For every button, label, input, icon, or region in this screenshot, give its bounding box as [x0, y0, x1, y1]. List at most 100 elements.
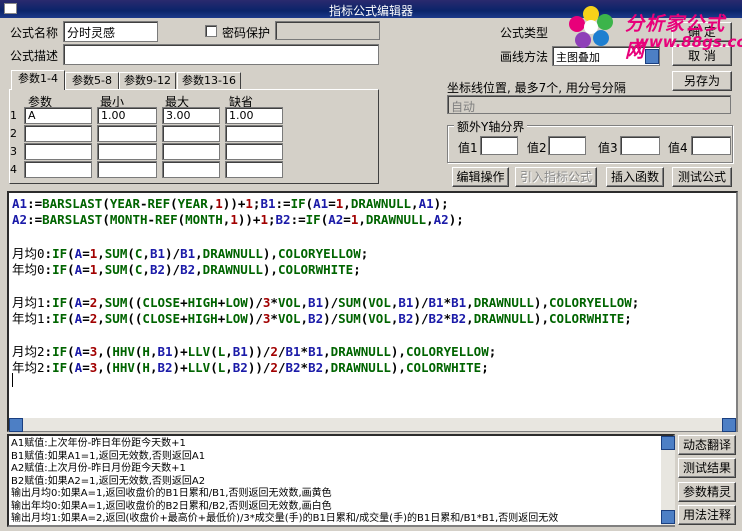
code-token: A1: [418, 196, 434, 211]
logo-url: www.88gs.com: [635, 33, 742, 51]
coord-line-label: 坐标线位置, 最多7个, 用分号分隔: [447, 81, 626, 95]
code-token: ,: [323, 360, 331, 375]
code-token: ),: [390, 360, 406, 375]
formula-name-input[interactable]: 分时灵感: [63, 21, 158, 42]
code-token: BARSLAST: [42, 212, 103, 227]
code-token: :=: [290, 212, 306, 227]
save-as-button[interactable]: 另存为: [672, 71, 732, 91]
notes-vertical-scrollbar[interactable]: [661, 436, 675, 525]
scroll-down-icon[interactable]: [661, 510, 675, 524]
formula-notes-panel[interactable]: A1赋值:上次年份-昨日年份距今天数+1 B1赋值:如果A1=1,返回无效数,否则…: [7, 434, 675, 527]
param-wizard-button[interactable]: 参数精灵: [678, 482, 736, 502]
text-cursor: [12, 373, 13, 387]
param-cell[interactable]: [162, 125, 220, 142]
note-line: A2赋值:上次月份-昨日月份距今天数+1: [11, 463, 186, 474]
param-cell[interactable]: 3.00: [162, 107, 220, 124]
code-token: VOL: [277, 311, 301, 326]
tab-params-1-4[interactable]: 参数1-4: [11, 70, 65, 90]
param-row-number: 4: [10, 163, 17, 176]
code-token: DRAWNULL: [330, 360, 391, 375]
edit-operations-button[interactable]: 编辑操作: [452, 167, 509, 187]
param-cell[interactable]: A: [24, 107, 92, 124]
formula-code-editor[interactable]: A1:=BARSLAST(YEAR-REF(YEAR,1))+1;B1:=IF(…: [7, 191, 738, 432]
y-value-2-input[interactable]: [548, 136, 586, 155]
code-token: A2: [433, 212, 449, 227]
formula-type-label: 公式类型: [500, 26, 549, 40]
code-token: A1: [313, 196, 329, 211]
param-cell[interactable]: [97, 143, 157, 160]
code-token: (: [67, 262, 75, 277]
code-token: )/: [165, 262, 181, 277]
code-token: 1: [230, 212, 238, 227]
param-cell[interactable]: [97, 125, 157, 142]
y-value-1-input[interactable]: [480, 136, 518, 155]
code-token: )+: [172, 360, 188, 375]
code-token: B2: [275, 212, 291, 227]
code-token: *: [443, 311, 452, 326]
dynamic-translate-button[interactable]: 动态翻译: [678, 435, 736, 455]
code-token: DRAWNULL: [202, 262, 263, 277]
test-result-button[interactable]: 测试结果: [678, 458, 736, 478]
param-row-number: 3: [10, 145, 17, 158]
code-token: CLOSE: [142, 311, 181, 326]
test-formula-button[interactable]: 测试公式: [672, 167, 732, 187]
code-token: DRAWNULL: [365, 212, 427, 227]
code-token: B2: [180, 262, 196, 277]
code-token: :=: [27, 212, 43, 227]
code-token: IF: [290, 196, 306, 211]
tab-params-9-12[interactable]: 参数9-12: [119, 72, 176, 89]
code-token: :: [44, 360, 53, 375]
code-token: (: [127, 262, 135, 277]
code-token: IF: [52, 262, 68, 277]
code-token: +: [180, 311, 188, 326]
password-checkbox[interactable]: [205, 25, 217, 37]
code-token: LLV: [187, 360, 211, 375]
y-value-3-label: 值3: [598, 141, 618, 155]
code-token: =: [82, 360, 90, 375]
code-token: :: [44, 262, 53, 277]
scroll-up-icon[interactable]: [661, 436, 675, 450]
coord-line-input[interactable]: 自动: [447, 95, 731, 114]
code-token: 年均1: [12, 311, 45, 326]
param-cell[interactable]: 1.00: [225, 107, 283, 124]
scroll-left-icon[interactable]: [9, 418, 23, 432]
code-token: =: [328, 196, 336, 211]
code-token: BARSLAST: [42, 196, 103, 211]
code-token: ))+: [222, 196, 246, 211]
param-cell[interactable]: [162, 143, 220, 160]
param-cell[interactable]: [162, 161, 220, 178]
formula-desc-input[interactable]: [63, 44, 379, 65]
y-value-4-input[interactable]: [691, 136, 731, 155]
param-cell[interactable]: [24, 161, 92, 178]
code-token: (: [102, 212, 110, 227]
code-token: 年均2: [12, 360, 45, 375]
tab-params-13-16[interactable]: 参数13-16: [177, 72, 241, 89]
y-value-3-input[interactable]: [620, 136, 660, 155]
usage-notes-button[interactable]: 用法注释: [678, 505, 736, 525]
code-token: ,: [300, 311, 309, 326]
code-token: IF: [305, 212, 321, 227]
tab-params-5-8[interactable]: 参数5-8: [65, 72, 119, 89]
editor-horizontal-scrollbar[interactable]: [9, 417, 736, 432]
code-token: SUM: [104, 262, 128, 277]
param-cell[interactable]: [24, 143, 92, 160]
scroll-right-icon[interactable]: [722, 418, 736, 432]
param-cell[interactable]: [97, 161, 157, 178]
code-token: B2: [149, 262, 166, 277]
code-token: ,(: [97, 360, 113, 375]
insert-function-button[interactable]: 插入函数: [606, 167, 664, 187]
import-formula-button[interactable]: 引入指标公式: [515, 167, 597, 187]
param-cell[interactable]: [24, 125, 92, 142]
code-token: B2: [157, 360, 173, 375]
param-cell[interactable]: [225, 125, 283, 142]
param-cell[interactable]: [225, 161, 283, 178]
code-token: ),: [262, 262, 278, 277]
password-input[interactable]: [275, 21, 380, 40]
code-token: ;: [481, 360, 489, 375]
code-token: REF: [147, 196, 171, 211]
y-value-1-label: 值1: [458, 141, 478, 155]
note-line: 输出月均1:如果A=2,返回(收盘价+最高价+最低价)/3*成交量(手)的B1日…: [11, 513, 559, 524]
param-cell[interactable]: 1.00: [97, 107, 157, 124]
code-token: ,: [97, 262, 105, 277]
param-cell[interactable]: [225, 143, 283, 160]
